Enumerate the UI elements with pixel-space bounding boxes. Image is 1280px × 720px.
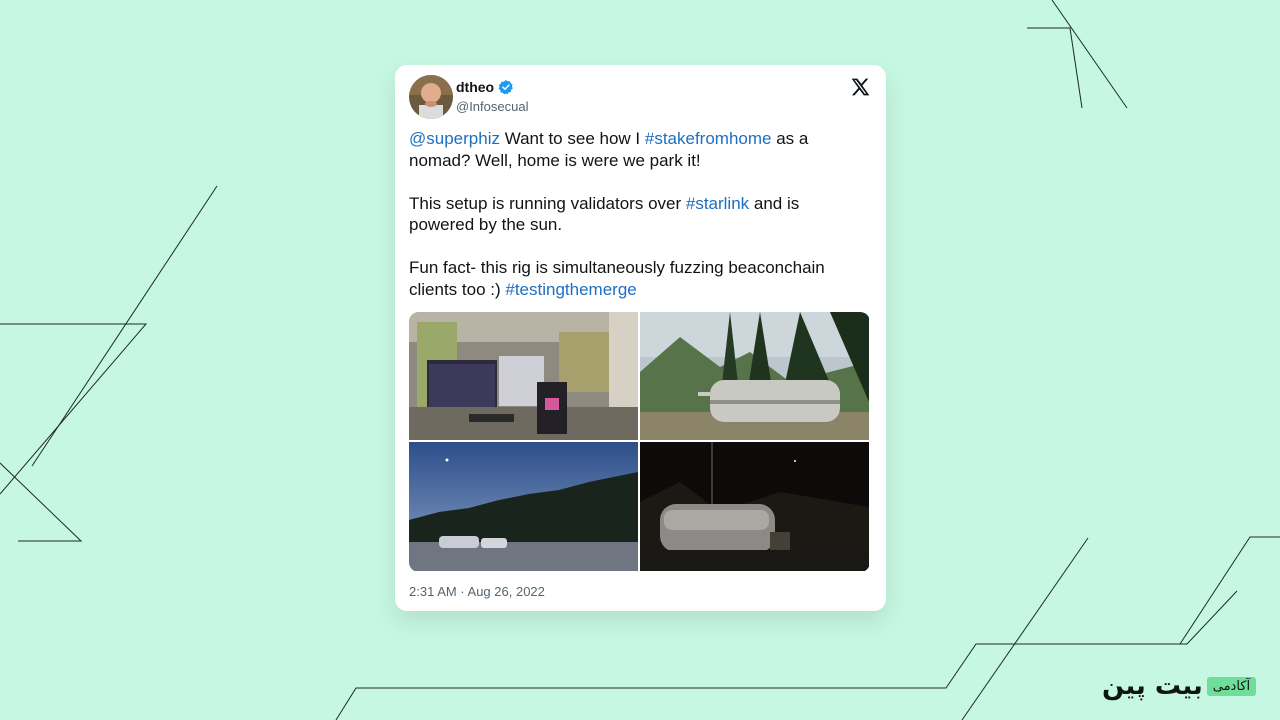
mention-link[interactable]: @superphiz bbox=[409, 129, 500, 148]
hashtag-link[interactable]: #starlink bbox=[686, 194, 749, 213]
photo-airstream-night[interactable] bbox=[640, 442, 869, 571]
verified-badge-icon bbox=[498, 80, 513, 95]
x-logo-icon[interactable] bbox=[850, 77, 870, 97]
tweet-card: dtheo @Infosecual @superphiz Want to see… bbox=[395, 65, 886, 611]
hashtag-link[interactable]: #stakefromhome bbox=[645, 129, 772, 148]
tweet-paragraph: @superphiz Want to see how I #stakefromh… bbox=[409, 128, 869, 171]
tweet-paragraph: This setup is running validators over #s… bbox=[409, 193, 869, 236]
author-handle[interactable]: @Infosecual bbox=[456, 99, 528, 114]
media-grid bbox=[409, 312, 870, 572]
avatar[interactable] bbox=[409, 75, 453, 119]
tweet-paragraph: Fun fact- this rig is simultaneously fuz… bbox=[409, 257, 869, 300]
brand-tag: آکادمی bbox=[1206, 676, 1257, 696]
author-name[interactable]: dtheo bbox=[456, 79, 494, 95]
hashtag-link[interactable]: #testingthemerge bbox=[505, 280, 636, 299]
brand-logo: بیت پین آکادمی bbox=[1102, 671, 1257, 701]
photo-river-dusk[interactable] bbox=[409, 442, 638, 571]
tweet-text-segment: Want to see how I bbox=[499, 129, 645, 148]
photo-desk-setup[interactable] bbox=[409, 312, 638, 440]
tweet-text: @superphiz Want to see how I #stakefromh… bbox=[409, 128, 869, 300]
tweet-timestamp[interactable]: 2:31 AM · Aug 26, 2022 bbox=[409, 584, 545, 599]
brand-name: بیت پین bbox=[1102, 671, 1203, 701]
photo-airstream-forest[interactable] bbox=[640, 312, 869, 440]
tweet-text-segment: This setup is running validators over bbox=[409, 193, 686, 213]
author-row: dtheo bbox=[456, 79, 514, 95]
